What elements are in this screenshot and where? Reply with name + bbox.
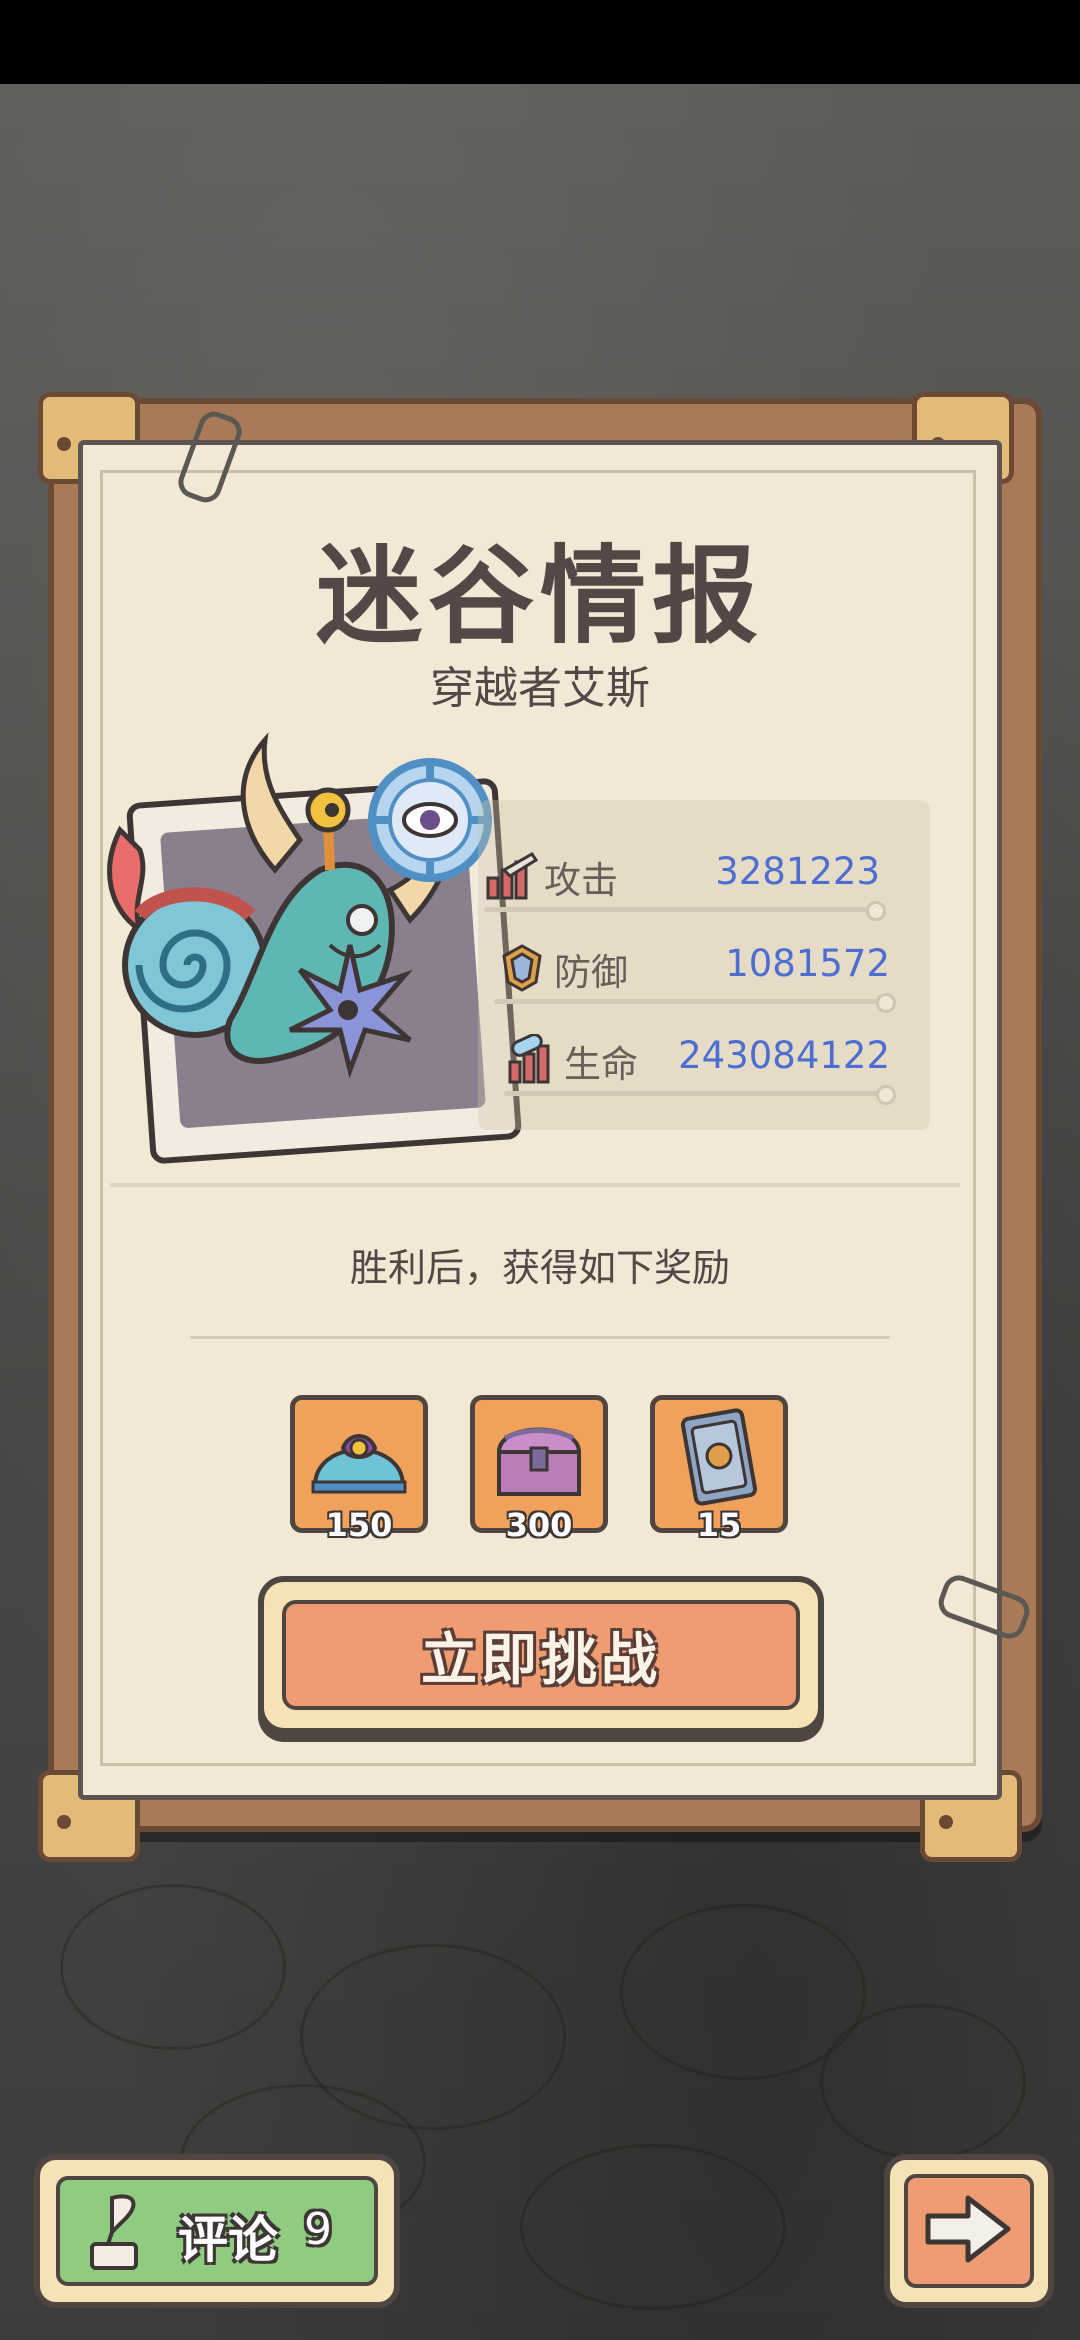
reward-count: 300: [505, 1506, 573, 1544]
reward-count: 15: [696, 1506, 742, 1544]
rewards-underline: [190, 1336, 890, 1339]
reward-item-card[interactable]: 15: [650, 1395, 788, 1544]
stat-value: 3281223: [715, 850, 880, 893]
helmet-icon: [311, 1434, 407, 1494]
stat-row-defense: 防御 1081572: [494, 934, 896, 1013]
comment-count: 9: [304, 2204, 332, 2255]
snail-monster-icon: [107, 732, 492, 1079]
quill-ink-icon: [90, 2194, 138, 2270]
stat-label: 防御: [554, 951, 628, 994]
page-title: 迷谷情报: [316, 535, 764, 658]
status-bar: [0, 0, 1080, 84]
stat-row-attack: 攻击 3281223: [484, 842, 886, 921]
treasure-chest-icon: [496, 1427, 582, 1496]
arrow-right-icon: [925, 2195, 1011, 2263]
stat-label: 攻击: [544, 859, 618, 902]
reward-count: 150: [325, 1506, 393, 1544]
next-button[interactable]: [884, 2154, 1054, 2308]
card-icon: [680, 1408, 758, 1506]
challenge-button[interactable]: 立即挑战: [258, 1576, 824, 1734]
attack-icon: [486, 852, 539, 900]
defense-icon: [502, 944, 542, 992]
reward-item-helmet[interactable]: 150: [290, 1395, 428, 1544]
rewards-header: 胜利后，获得如下奖励: [349, 1246, 730, 1290]
comment-label: 评论: [178, 2211, 278, 2269]
health-icon: [508, 1034, 550, 1084]
comment-button[interactable]: 评论 9: [34, 2154, 400, 2308]
reward-item-chest[interactable]: 300: [470, 1395, 608, 1544]
stat-row-health: 生命 243084122: [504, 1026, 896, 1105]
challenge-button-label: 立即挑战: [282, 1600, 800, 1710]
boss-name: 穿越者艾斯: [430, 663, 650, 714]
stat-label: 生命: [564, 1043, 638, 1086]
stat-value: 1081572: [725, 942, 890, 985]
stat-value: 243084122: [678, 1034, 890, 1077]
section-divider: [110, 1183, 960, 1187]
